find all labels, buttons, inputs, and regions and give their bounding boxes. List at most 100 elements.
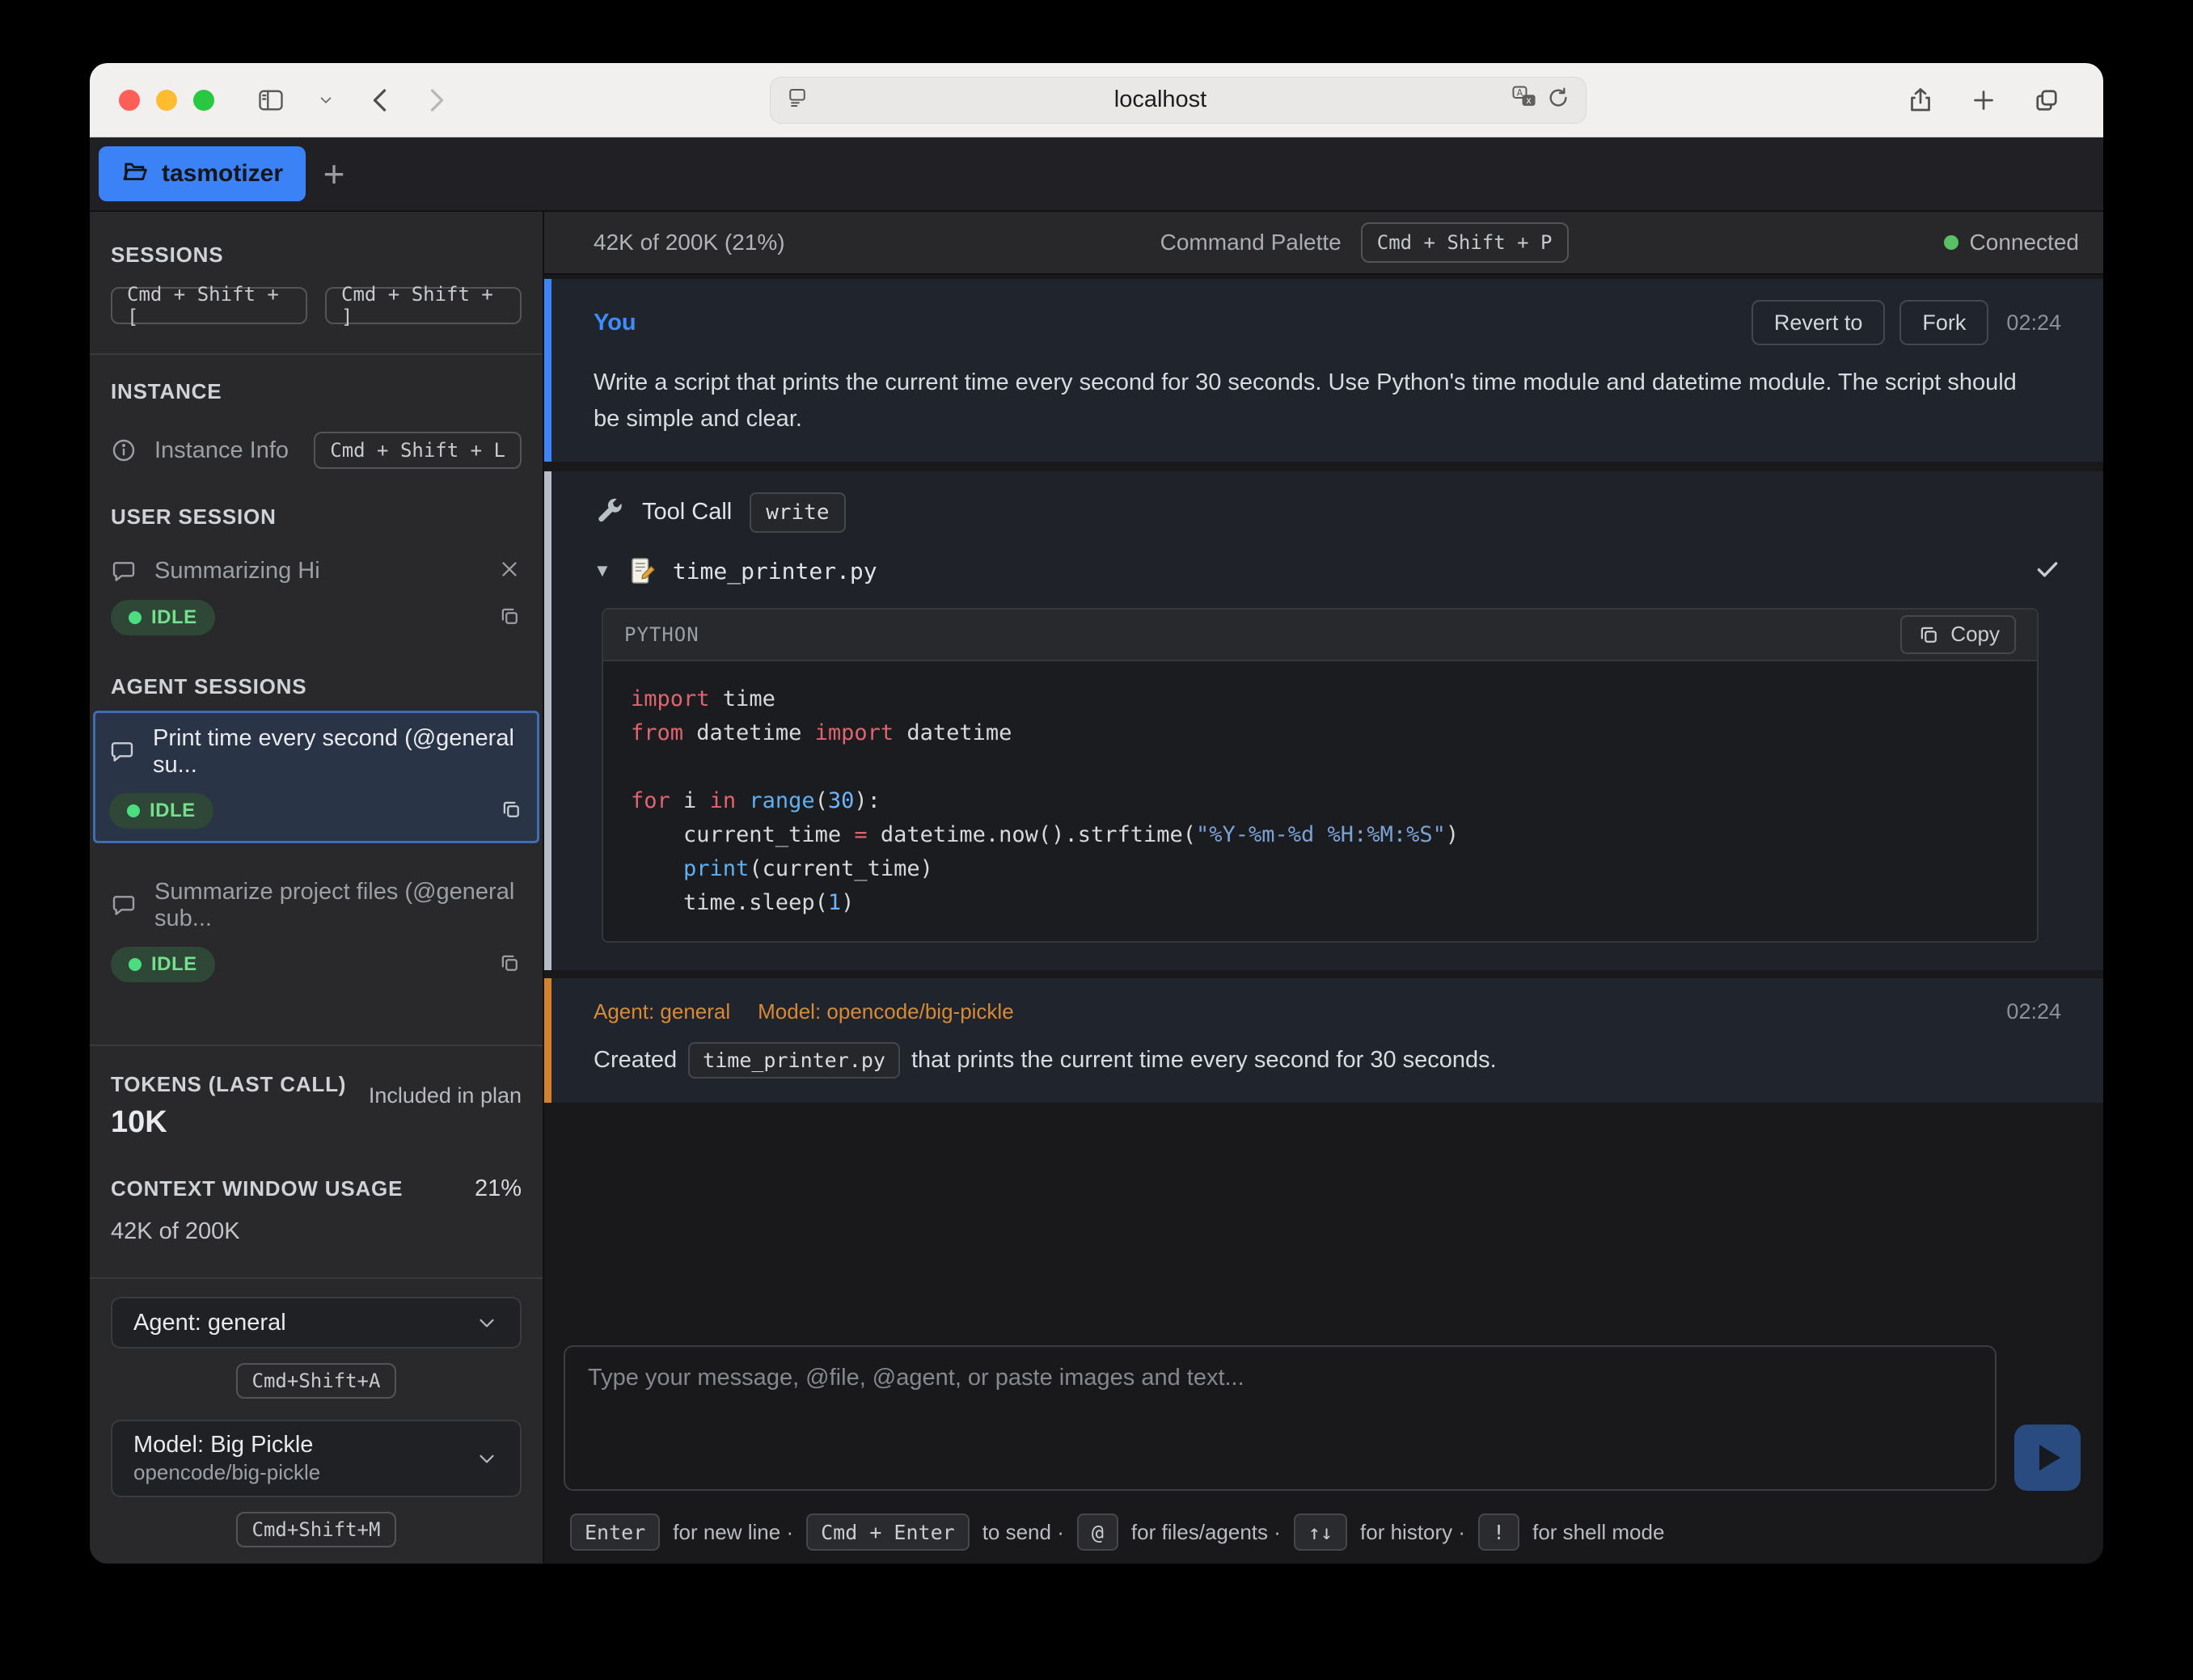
- status-dot: [129, 611, 142, 624]
- fork-button[interactable]: Fork: [1899, 300, 1988, 345]
- connected-dot: [1944, 235, 1958, 250]
- svg-text:x: x: [1526, 95, 1532, 106]
- new-tab-icon[interactable]: [1967, 84, 2000, 116]
- hint-text: for shell mode: [1532, 1520, 1664, 1545]
- sidebar-toggle-icon[interactable]: [255, 84, 287, 116]
- hint-kbd: @: [1077, 1513, 1118, 1551]
- url-bar[interactable]: localhost A x: [770, 77, 1587, 124]
- message-text: Write a script that prints the current t…: [594, 365, 2049, 437]
- agent-text-after: that prints the current time every secon…: [911, 1047, 1497, 1074]
- instance-info-label[interactable]: Instance Info: [154, 437, 289, 464]
- sessions-section-label: SESSIONS: [111, 243, 522, 268]
- connection-status: Connected: [1944, 230, 2079, 255]
- copy-icon: [1916, 623, 1941, 647]
- main-panel: 42K of 200K (21%) Command Palette Cmd + …: [544, 212, 2103, 1564]
- prev-session-kbd: Cmd + Shift + [: [111, 287, 307, 324]
- session-item-user[interactable]: Summarizing Hi IDLE: [111, 542, 522, 650]
- sidebar: SESSIONS Cmd + Shift + [ Cmd + Shift + ]…: [90, 212, 544, 1564]
- hint-kbd: !: [1478, 1513, 1519, 1551]
- session-title: Summarize project files (@general sub...: [154, 879, 522, 932]
- agent-model: Model: opencode/big-pickle: [758, 999, 1014, 1024]
- hint-text: for history ·: [1360, 1520, 1465, 1545]
- forward-button[interactable]: [420, 84, 452, 116]
- hint-kbd: Enter: [570, 1513, 660, 1551]
- wrench-icon: [594, 497, 624, 528]
- chevron-down-icon: [475, 1446, 499, 1471]
- collapse-triangle-icon[interactable]: ▼: [594, 560, 611, 581]
- message-author: You: [594, 310, 636, 336]
- agent-select-label: Agent: general: [133, 1310, 286, 1336]
- agent-name: Agent: general: [594, 999, 730, 1024]
- command-palette-kbd: Cmd + Shift + P: [1361, 222, 1569, 263]
- connected-label: Connected: [1970, 230, 2079, 255]
- minimize-window-button[interactable]: [156, 90, 177, 111]
- agent-select[interactable]: Agent: general: [111, 1297, 522, 1349]
- user-message: You Revert to Fork 02:24 Write a script …: [544, 279, 2103, 462]
- url-text: localhost: [809, 87, 1511, 113]
- tokens-note: Included in plan: [369, 1083, 522, 1108]
- close-window-button[interactable]: [119, 90, 140, 111]
- user-session-section-label: USER SESSION: [111, 504, 522, 530]
- translate-icon[interactable]: A x: [1511, 85, 1537, 115]
- context-usage-label: CONTEXT WINDOW USAGE: [111, 1176, 403, 1201]
- browser-window: localhost A x: [90, 63, 2103, 1564]
- copy-session-icon[interactable]: [497, 951, 522, 979]
- file-name: time_printer.py: [673, 558, 877, 585]
- composer: Enterfor new line ·Cmd + Enterto send ·@…: [544, 1331, 2103, 1564]
- app-tabstrip: tasmotizer +: [90, 137, 2103, 212]
- model-select-sub: opencode/big-pickle: [133, 1460, 320, 1485]
- main-header: 42K of 200K (21%) Command Palette Cmd + …: [544, 212, 2103, 275]
- hint-text: for files/agents ·: [1131, 1520, 1281, 1545]
- back-button[interactable]: [365, 84, 397, 116]
- status-badge: IDLE: [109, 793, 213, 829]
- status-dot: [129, 958, 142, 971]
- tool-name-chip: write: [750, 492, 845, 533]
- chat-scroll-area[interactable]: You Revert to Fork 02:24 Write a script …: [544, 275, 2103, 1331]
- add-tab-button[interactable]: +: [306, 146, 362, 201]
- composer-hints: Enterfor new line ·Cmd + Enterto send ·@…: [570, 1513, 2081, 1551]
- session-item-agent-2[interactable]: Summarize project files (@general sub...…: [111, 864, 522, 997]
- tool-call-block: Tool Call write ▼: [544, 471, 2103, 970]
- message-input[interactable]: [564, 1345, 1997, 1491]
- session-item-agent-selected[interactable]: Print time every second (@general su... …: [93, 711, 539, 843]
- check-icon: [2034, 555, 2061, 587]
- message-time: 02:24: [2006, 999, 2061, 1024]
- instance-section-label: INSTANCE: [111, 379, 522, 404]
- revert-to-button[interactable]: Revert to: [1751, 300, 1886, 345]
- copy-code-button[interactable]: Copy: [1900, 615, 2016, 654]
- status-dot: [127, 804, 140, 817]
- zoom-window-button[interactable]: [193, 90, 214, 111]
- send-icon: [2039, 1445, 2060, 1471]
- chevron-down-icon: [475, 1311, 499, 1335]
- chat-bubble-icon: [111, 559, 137, 585]
- session-title: Print time every second (@general su...: [153, 725, 523, 779]
- tokens-label: TOKENS (LAST CALL): [111, 1072, 346, 1097]
- chevron-down-icon[interactable]: [310, 84, 342, 116]
- model-select-kbd: Cmd+Shift+M: [236, 1512, 397, 1547]
- close-session-icon[interactable]: [497, 557, 522, 585]
- model-select[interactable]: Model: Big Pickle opencode/big-pickle: [111, 1420, 522, 1497]
- webview: tasmotizer + SESSIONS Cmd + Shift + [ Cm…: [90, 137, 2103, 1564]
- agent-sessions-section-label: AGENT SESSIONS: [111, 674, 522, 699]
- file-expander-row[interactable]: ▼ time_printer.py: [594, 555, 2061, 587]
- svg-text:A: A: [1517, 88, 1523, 99]
- copy-session-icon[interactable]: [497, 604, 522, 632]
- reader-icon[interactable]: [785, 86, 809, 114]
- command-palette-label: Command Palette: [1160, 230, 1342, 255]
- next-session-kbd: Cmd + Shift + ]: [325, 287, 522, 324]
- tokens-value: 10K: [111, 1105, 346, 1140]
- status-badge: IDLE: [111, 947, 215, 982]
- copy-session-icon[interactable]: [499, 797, 523, 825]
- info-icon: [111, 437, 137, 463]
- hint-kbd: Cmd + Enter: [806, 1513, 970, 1551]
- session-title: Summarizing Hi: [154, 558, 320, 585]
- tab-overview-icon[interactable]: [2030, 84, 2063, 116]
- send-button[interactable]: [2014, 1425, 2081, 1491]
- chat-bubble-icon: [111, 893, 137, 918]
- folder-icon: [121, 158, 149, 190]
- reload-icon[interactable]: [1545, 85, 1571, 115]
- tab-tasmotizer[interactable]: tasmotizer: [99, 146, 306, 201]
- code-content[interactable]: import timefrom datetime import datetime…: [603, 661, 2037, 941]
- status-badge: IDLE: [111, 600, 215, 635]
- share-icon[interactable]: [1904, 84, 1937, 116]
